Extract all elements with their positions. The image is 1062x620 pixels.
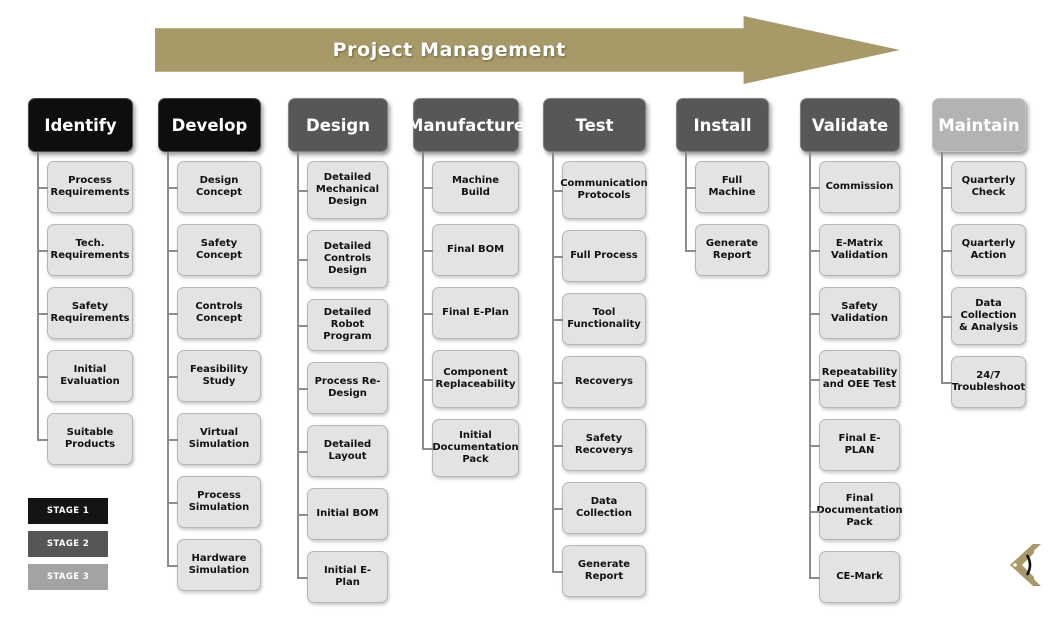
stage-column-develop: Develop Design Concept Safety Concept Contr…: [158, 98, 261, 602]
task-node[interactable]: Controls Concept: [167, 287, 261, 339]
column-items-maintain: Quarterly Check Quarterly Action Data Coll…: [932, 152, 1026, 408]
task-node[interactable]: Initial Documentation Pack: [422, 419, 519, 477]
task-node[interactable]: Repeatability and OEE Test: [809, 350, 900, 408]
task-node[interactable]: Detailed Mechanical Design: [297, 161, 388, 219]
stage-column-identify: Identify Process Requirements Tech. Requir…: [28, 98, 133, 476]
connector-trunk: [685, 152, 687, 250]
task-node[interactable]: Quarterly Check: [941, 161, 1026, 213]
task-node[interactable]: Safety Recoverys: [552, 419, 646, 471]
stage-column-test: Test Communication Protocols Full Process T…: [543, 98, 648, 608]
task-node[interactable]: Safety Concept: [167, 224, 261, 276]
task-node[interactable]: Data Collection: [552, 482, 646, 534]
task-node[interactable]: Quarterly Action: [941, 224, 1026, 276]
connector-trunk: [37, 152, 39, 439]
task-node[interactable]: Machine Build: [422, 161, 519, 213]
column-items-identify: Process Requirements Tech. Requirements Sa…: [28, 152, 133, 465]
column-items-validate: Commission E-Matrix Validation Safety Vali…: [800, 152, 903, 603]
task-node[interactable]: Detailed Controls Design: [297, 230, 388, 288]
task-node[interactable]: Process Simulation: [167, 476, 261, 528]
stage-legend: STAGE 1 STAGE 2 STAGE 3: [28, 498, 108, 597]
column-items-manufacture: Machine Build Final BOM Final E-Plan Compon…: [413, 152, 519, 477]
legend-item-stage1: STAGE 1: [28, 498, 108, 524]
task-node[interactable]: Commission: [809, 161, 900, 213]
task-node[interactable]: Final E-Plan: [422, 287, 519, 339]
column-header-maintain[interactable]: Maintain: [932, 98, 1026, 152]
task-node[interactable]: Safety Validation: [809, 287, 900, 339]
column-header-manufacture[interactable]: Manufacture: [407, 98, 525, 152]
banner-title: Project Management: [332, 39, 566, 61]
column-header-design[interactable]: Design: [288, 98, 388, 152]
chevron-logo: [1000, 542, 1044, 588]
task-node[interactable]: Tool Functionality: [552, 293, 646, 345]
task-node[interactable]: Initial Evaluation: [37, 350, 133, 402]
column-header-test[interactable]: Test: [543, 98, 646, 152]
task-node[interactable]: Data Collection & Analysis: [941, 287, 1026, 345]
task-node[interactable]: Feasibility Study: [167, 350, 261, 402]
task-node[interactable]: Final BOM: [422, 224, 519, 276]
task-node[interactable]: Safety Requirements: [37, 287, 133, 339]
task-node[interactable]: Initial E-Plan: [297, 551, 388, 603]
column-header-identify[interactable]: Identify: [28, 98, 133, 152]
legend-item-stage2: STAGE 2: [28, 531, 108, 557]
task-node[interactable]: Generate Report: [685, 224, 769, 276]
task-node[interactable]: Design Concept: [167, 161, 261, 213]
task-node[interactable]: Process Re-Design: [297, 362, 388, 414]
column-items-develop: Design Concept Safety Concept Controls Con…: [158, 152, 261, 591]
task-node[interactable]: Virtual Simulation: [167, 413, 261, 465]
legend-item-stage3: STAGE 3: [28, 564, 108, 590]
task-node[interactable]: Full Machine: [685, 161, 769, 213]
task-node[interactable]: Recoverys: [552, 356, 646, 408]
connector-trunk: [809, 152, 811, 577]
column-header-validate[interactable]: Validate: [800, 98, 900, 152]
chevron-logo-icon: [1010, 544, 1041, 586]
column-items-install: Full Machine Generate Report: [676, 152, 769, 276]
task-node[interactable]: Tech. Requirements: [37, 224, 133, 276]
task-node[interactable]: Initial BOM: [297, 488, 388, 540]
task-node[interactable]: Process Requirements: [37, 161, 133, 213]
column-header-install[interactable]: Install: [676, 98, 769, 152]
task-node[interactable]: Detailed Robot Program: [297, 299, 388, 351]
task-node[interactable]: Detailed Layout: [297, 425, 388, 477]
column-header-develop[interactable]: Develop: [158, 98, 261, 152]
task-node[interactable]: CE-Mark: [809, 551, 900, 603]
stage-columns: Identify Process Requirements Tech. Requir…: [0, 98, 1062, 620]
stage-column-manufacture: Manufacture Machine Build Final BOM Final E…: [407, 98, 525, 488]
task-node[interactable]: Full Process: [552, 230, 646, 282]
task-node[interactable]: Final Documentation Pack: [809, 482, 903, 540]
task-node[interactable]: Communication Protocols: [552, 161, 648, 219]
task-node[interactable]: E-Matrix Validation: [809, 224, 900, 276]
stage-column-validate: Validate Commission E-Matrix Validation Saf…: [800, 98, 903, 614]
column-items-test: Communication Protocols Full Process Tool …: [543, 152, 648, 597]
connector-trunk: [422, 152, 424, 448]
task-node[interactable]: Hardware Simulation: [167, 539, 261, 591]
task-node[interactable]: Component Replaceability: [422, 350, 519, 408]
stage-column-design: Design Detailed Mechanical Design Detailed…: [288, 98, 388, 614]
stage-column-install: Install Full Machine Generate Report: [676, 98, 769, 287]
task-node[interactable]: Final E-PLAN: [809, 419, 900, 471]
task-node[interactable]: 24/7 Troubleshoot: [941, 356, 1026, 408]
task-node[interactable]: Generate Report: [552, 545, 646, 597]
stage-column-maintain: Maintain Quarterly Check Quarterly Action D…: [932, 98, 1026, 419]
task-node[interactable]: Suitable Products: [37, 413, 133, 465]
column-items-design: Detailed Mechanical Design Detailed Contr…: [288, 152, 388, 603]
project-management-banner: Project Management: [155, 16, 900, 84]
